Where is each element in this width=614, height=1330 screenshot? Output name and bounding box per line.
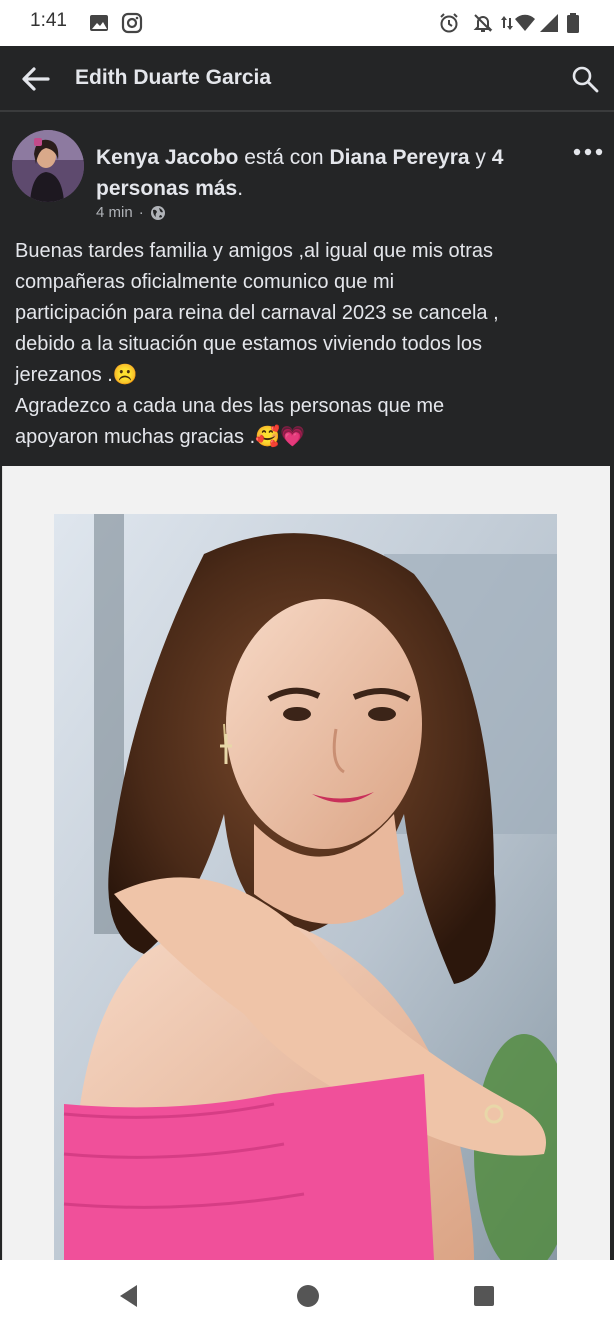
back-triangle-icon[interactable] <box>115 1282 143 1310</box>
tagged-name[interactable]: Diana Pereyra <box>329 146 469 169</box>
with-text: está con <box>238 146 330 169</box>
post-body-line: Buenas tardes familia y amigos ,al igual… <box>15 240 494 262</box>
battery-icon <box>567 13 579 33</box>
notifications-off-icon <box>473 14 493 32</box>
image-icon <box>90 15 108 31</box>
navigation-bar <box>0 1260 614 1330</box>
recents-square-icon[interactable] <box>470 1282 498 1310</box>
post-card: Kenya Jacobo está con Diana Pereyra y 4 … <box>0 114 614 466</box>
arrow-left-icon[interactable] <box>18 62 54 96</box>
more-options-icon[interactable] <box>572 142 604 162</box>
data-arrows-icon <box>501 16 513 30</box>
avatar[interactable] <box>12 130 84 202</box>
status-bar: 1:41 <box>0 0 614 46</box>
home-circle-icon[interactable] <box>294 1282 322 1310</box>
meta-separator: · <box>138 204 144 221</box>
and-text: y <box>469 146 492 169</box>
status-time: 1:41 <box>30 10 67 31</box>
post-body-line: apoyaron muchas gracias .🥰💗 <box>15 426 305 448</box>
author-name[interactable]: Kenya Jacobo <box>96 146 238 169</box>
post-author-line: Kenya Jacobo está con Diana Pereyra y 4 … <box>96 142 546 204</box>
alarm-icon <box>440 13 458 33</box>
post-body-line: jerezanos .☹️ <box>15 364 138 386</box>
signal-icon <box>540 14 558 32</box>
wifi-icon <box>515 14 535 31</box>
profile-title: Edith Duarte Garcia <box>75 66 272 89</box>
period-text: . <box>237 177 244 200</box>
post-time[interactable]: 4 min <box>96 204 133 221</box>
app-bar: Edith Duarte Garcia <box>0 46 614 112</box>
screen: 1:41 Edith Duarte Garcia Kenya Jacobo es… <box>0 0 614 1330</box>
post-body-line: Agradezco a cada una des las personas qu… <box>15 395 445 417</box>
instagram-icon <box>121 12 143 34</box>
portrait-illustration <box>54 514 557 1260</box>
post-body-line: compañeras oficialmente comunico que mi <box>15 271 395 293</box>
post-meta: 4 min · <box>96 204 166 221</box>
post-photo[interactable] <box>54 514 557 1260</box>
search-icon[interactable] <box>570 64 600 94</box>
post-body-line: debido a la situación que estamos vivien… <box>15 333 482 355</box>
post-body: Buenas tardes familia y amigos ,al igual… <box>15 236 605 453</box>
post-body-line: participación para reina del carnaval 20… <box>15 302 499 324</box>
globe-icon <box>150 205 165 220</box>
